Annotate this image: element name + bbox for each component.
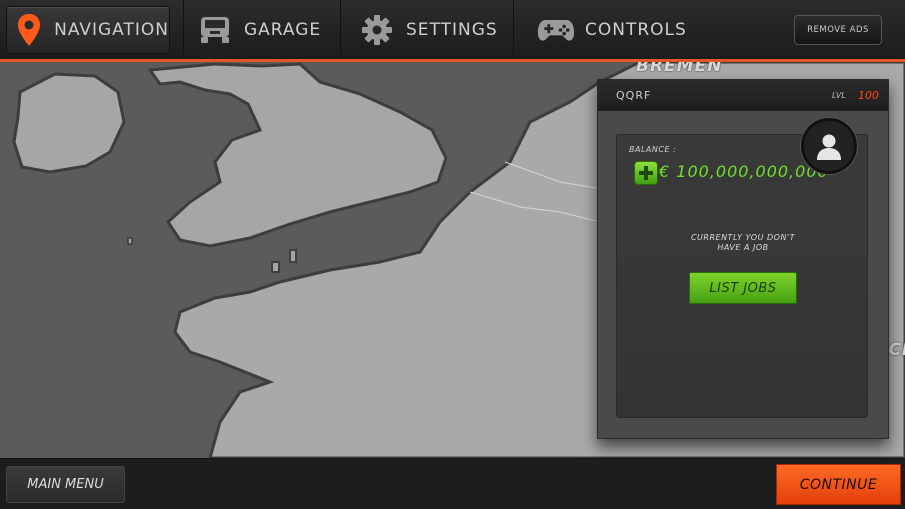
land-island: [289, 249, 297, 263]
avatar[interactable]: [801, 118, 857, 174]
level-label: LVL: [832, 91, 846, 100]
bottom-bar: MAIN MENU CONTINUE: [0, 458, 905, 509]
tab-settings[interactable]: SETTINGS: [342, 0, 514, 59]
tab-settings-label: SETTINGS: [406, 19, 498, 40]
tab-garage[interactable]: GARAGE: [183, 0, 341, 59]
balance-value: € 100,000,000,000: [659, 162, 829, 181]
land-island: [127, 237, 133, 245]
user-icon: [817, 134, 841, 160]
city-label: BREMEN: [636, 62, 723, 76]
gear-icon: [358, 11, 396, 49]
land-island: [271, 261, 280, 273]
tab-navigation-label: NAVIGATION: [54, 20, 169, 40]
remove-ads-button[interactable]: REMOVE ADS: [794, 15, 882, 45]
add-money-button[interactable]: [634, 161, 658, 185]
profile-panel: QQRF LVL 100 BALANCE : € 100,000,000,000…: [597, 79, 889, 439]
main-menu-button[interactable]: MAIN MENU: [6, 466, 125, 503]
plus-icon: [639, 166, 653, 180]
truck-icon: [196, 11, 234, 49]
job-status-line: HAVE A JOB: [717, 243, 769, 252]
top-navigation-bar: NAVIGATION GARAGE SETTINGS CONTROLS REMO…: [0, 0, 905, 62]
tab-garage-label: GARAGE: [244, 19, 322, 40]
list-jobs-button[interactable]: LIST JOBS: [689, 272, 797, 304]
land-great-britain: [147, 62, 448, 248]
job-status-line: CURRENTLY YOU DON'T: [690, 233, 796, 242]
balance-label: BALANCE :: [629, 145, 677, 154]
tab-controls-label: CONTROLS: [585, 19, 687, 40]
gamepad-icon: [537, 11, 575, 49]
land-ireland: [12, 72, 126, 174]
continue-button[interactable]: CONTINUE: [776, 464, 901, 505]
job-info-box: BALANCE : € 100,000,000,000 CURRENTLY YO…: [616, 134, 868, 418]
tab-controls[interactable]: CONTROLS: [515, 0, 715, 59]
level-value: 100: [858, 89, 879, 102]
tab-navigation[interactable]: NAVIGATION: [6, 6, 170, 54]
map-pin-icon: [13, 11, 44, 49]
job-status: CURRENTLY YOU DON'T HAVE A JOB: [617, 233, 869, 253]
player-name: QQRF: [616, 89, 652, 102]
profile-header: QQRF LVL 100: [598, 80, 888, 111]
